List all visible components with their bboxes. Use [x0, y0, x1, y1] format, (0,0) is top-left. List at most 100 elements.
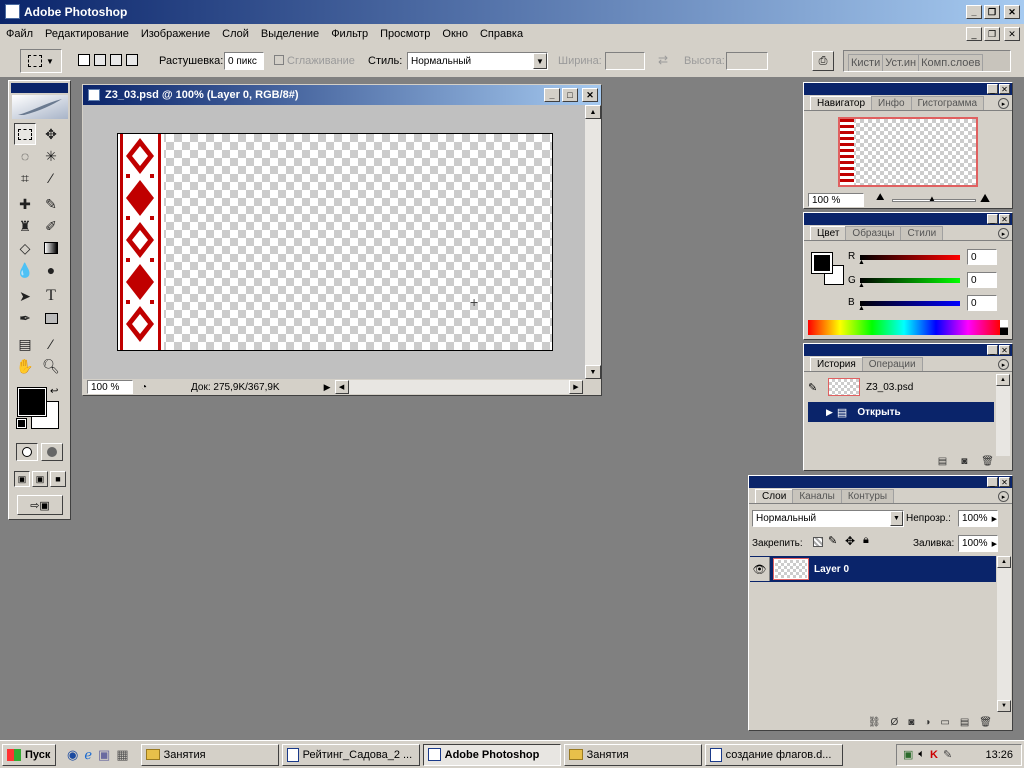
standard-mode-icon[interactable]	[16, 443, 38, 461]
history-step-row[interactable]: ▶ ▤ Открыть	[808, 402, 994, 422]
g-slider[interactable]	[860, 278, 960, 283]
lasso-tool-icon[interactable]: ◌	[14, 145, 36, 167]
history-state-slider-icon[interactable]: ▶	[826, 407, 833, 418]
tab-histogram[interactable]: Гистограмма	[910, 96, 985, 110]
foreground-color-swatch[interactable]	[17, 387, 47, 417]
calendar-icon[interactable]: ▦	[116, 747, 128, 763]
task-folder-1[interactable]: Занятия	[140, 743, 279, 766]
lock-position-icon[interactable]: ✥	[845, 534, 855, 548]
new-document-from-state-icon[interactable]: ▤	[938, 456, 947, 470]
magic-wand-tool-icon[interactable]: ✳	[40, 145, 62, 167]
screen-mode-full-icon[interactable]: ■	[50, 471, 66, 487]
doc-restore-icon[interactable]: ❐	[984, 27, 1000, 41]
network-icon[interactable]: ▣	[903, 748, 913, 761]
opacity-input[interactable]: 100% ▶	[958, 510, 998, 527]
chevron-down-icon[interactable]: ▼	[533, 53, 547, 69]
layers-scroll-up-icon[interactable]: ▲	[997, 556, 1011, 568]
close-icon[interactable]: ✕	[1004, 5, 1020, 19]
scroll-down-icon[interactable]: ▼	[585, 365, 601, 379]
menu-window[interactable]: Окно	[442, 28, 468, 40]
clone-stamp-tool-icon[interactable]: ♜	[14, 215, 36, 237]
history-close-icon[interactable]: ✕	[999, 345, 1010, 355]
layers-scroll-down-icon[interactable]: ▼	[997, 700, 1011, 712]
menu-edit[interactable]: Редактирование	[45, 28, 129, 40]
tab-history[interactable]: История	[810, 357, 863, 371]
type-tool-icon[interactable]: T	[40, 285, 62, 307]
r-input[interactable]: 0	[967, 249, 997, 265]
blend-mode-chevron-icon[interactable]: ▼	[890, 511, 903, 526]
rect-marquee-tool-icon[interactable]	[14, 123, 36, 145]
layers-minimize-icon[interactable]: _	[987, 477, 998, 487]
lock-all-icon[interactable]: 🔒︎	[863, 534, 869, 547]
color-palette-header[interactable]: _ ✕	[804, 213, 1012, 225]
zoom-in-icon[interactable]: ⛰	[980, 191, 990, 206]
menu-image[interactable]: Изображение	[141, 28, 210, 40]
pen-tool-icon[interactable]: ✒	[14, 307, 36, 329]
dodge-tool-icon[interactable]: ●	[40, 259, 62, 281]
opacity-arrow-icon[interactable]: ▶	[992, 515, 997, 523]
b-slider[interactable]	[860, 301, 960, 306]
doc-close-icon[interactable]: ✕	[1004, 27, 1020, 41]
status-info-icon[interactable]: ◔	[141, 382, 147, 393]
color-spectrum-bar[interactable]	[808, 320, 1000, 335]
color-menu-icon[interactable]: ▸	[998, 228, 1009, 239]
new-layer-icon[interactable]: ▤	[960, 717, 969, 728]
g-slider-thumb-icon[interactable]: ▲	[858, 282, 865, 289]
file-browser-icon[interactable]: ⎙	[812, 51, 834, 71]
color-close-icon[interactable]: ✕	[999, 214, 1010, 224]
horizontal-scrollbar[interactable]	[348, 380, 569, 394]
lock-image-icon[interactable]: ✎	[828, 534, 837, 547]
navigator-close-icon[interactable]: ✕	[999, 84, 1010, 94]
navigator-zoom-input[interactable]: 100 %	[808, 193, 864, 207]
navigator-thumbnail[interactable]	[838, 117, 978, 187]
task-word-doc-1[interactable]: Рейтинг_Садова_2 ...	[281, 743, 420, 766]
well-tab-comps[interactable]: Комп.слоев	[918, 54, 984, 71]
delete-state-icon[interactable]: 🗑︎	[981, 456, 994, 470]
scroll-left-icon[interactable]: ◀	[334, 380, 349, 394]
tool-preset-picker[interactable]: ▼	[20, 49, 62, 73]
history-brush-tool-icon[interactable]: ✐	[40, 215, 62, 237]
document-title-bar[interactable]: Z3_03.psd @ 100% (Layer 0, RGB/8#) _ □ ✕	[83, 85, 601, 105]
document-zoom-input[interactable]: 100 %	[87, 380, 133, 394]
layers-menu-icon[interactable]: ▸	[998, 491, 1009, 502]
healing-brush-tool-icon[interactable]: ✚	[14, 193, 36, 215]
layer-row[interactable]: 👁︎ Layer 0	[750, 556, 996, 582]
link-layers-icon[interactable]: ⛓︎	[868, 717, 881, 728]
r-slider[interactable]	[860, 255, 960, 260]
history-snapshot-row[interactable]: ✎ Z3_03.psd	[808, 376, 994, 398]
history-scrollbar[interactable]: ▲	[996, 374, 1010, 456]
feather-logo-icon[interactable]	[12, 95, 68, 119]
layer-mask-icon[interactable]: ◙	[908, 717, 914, 728]
minimize-icon[interactable]: _	[966, 5, 982, 19]
quick-mask-icon[interactable]	[41, 443, 63, 461]
spectrum-black-white-swatch[interactable]	[1000, 320, 1008, 335]
scroll-right-icon[interactable]: ▶	[569, 380, 583, 394]
navigator-menu-icon[interactable]: ▸	[998, 98, 1009, 109]
tab-channels[interactable]: Каналы	[792, 489, 842, 503]
tab-styles[interactable]: Стили	[900, 226, 944, 240]
r-slider-thumb-icon[interactable]: ▲	[858, 259, 865, 266]
history-minimize-icon[interactable]: _	[987, 345, 998, 355]
path-selection-tool-icon[interactable]: ➤	[14, 285, 36, 307]
b-input[interactable]: 0	[967, 295, 997, 311]
history-brush-source-icon[interactable]: ✎	[808, 381, 824, 394]
scroll-up-icon[interactable]: ▲	[585, 105, 601, 119]
eyedropper-tool-icon[interactable]: ⁄	[40, 333, 62, 355]
style-select[interactable]: Нормальный ▼	[407, 52, 548, 70]
menu-select[interactable]: Выделение	[261, 28, 319, 40]
menu-layer[interactable]: Слой	[222, 28, 249, 40]
navigator-palette-header[interactable]: _ ✕	[804, 83, 1012, 95]
task-photoshop[interactable]: Adobe Photoshop	[422, 743, 561, 766]
vertical-scrollbar[interactable]: ▲ ▼	[585, 105, 601, 379]
lock-transparency-icon[interactable]	[813, 537, 823, 547]
add-selection-icon[interactable]	[94, 54, 106, 66]
hand-tool-icon[interactable]: ✋	[14, 355, 36, 377]
menu-view[interactable]: Просмотр	[380, 28, 430, 40]
crop-tool-icon[interactable]: ⌗	[14, 167, 36, 189]
restore-icon[interactable]: ❐	[984, 5, 1000, 19]
tab-color[interactable]: Цвет	[810, 226, 847, 240]
menu-file[interactable]: Файл	[6, 28, 33, 40]
document-minimize-icon[interactable]: _	[544, 88, 560, 102]
tab-info[interactable]: Инфо	[871, 96, 912, 110]
layers-scrollbar[interactable]: ▲ ▼	[997, 556, 1011, 712]
